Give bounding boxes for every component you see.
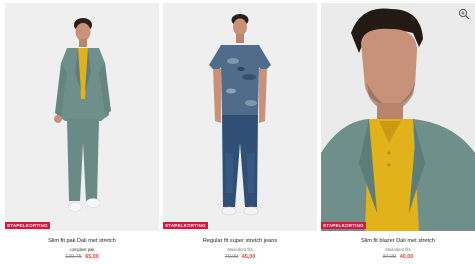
model-closeup-blazer-illustration [321, 3, 475, 231]
price-row: 79,99 45,00 [163, 254, 317, 261]
product-card[interactable]: STAPELKORTING Slim fit blazer Dali met s… [321, 3, 475, 264]
price-row: 84,99 40,00 [321, 254, 475, 261]
zoom-in-icon[interactable] [458, 7, 470, 20]
model-in-suit-illustration [5, 3, 159, 231]
sale-price: 40,00 [399, 254, 414, 260]
original-price: 129,75 [65, 254, 82, 260]
product-card[interactable]: STAPELKORTING Regular fit super stretch … [163, 3, 317, 264]
product-info: Regular fit super stretch jeans Maandera… [163, 238, 317, 261]
product-subtitle: Maandera fits [227, 247, 253, 252]
product-card[interactable]: STAPELKORTING Slim fit pak Dali met stre… [5, 3, 159, 264]
model-in-jeans-illustration [163, 3, 317, 231]
sale-price: 45,00 [241, 254, 256, 260]
discount-badge: STAPELKORTING [163, 222, 208, 229]
product-subtitle: compleet pak [69, 247, 95, 252]
product-subtitle: Maandera fits [385, 247, 411, 252]
zoom-in-icon-graphic [458, 8, 470, 20]
sale-price: 65,00 [85, 254, 99, 260]
product-image[interactable]: STAPELKORTING [163, 3, 317, 231]
product-title[interactable]: Regular fit super stretch jeans [163, 238, 317, 245]
product-grid: STAPELKORTING Slim fit pak Dali met stre… [5, 3, 475, 264]
original-price: 84,99 [382, 254, 397, 260]
discount-badge: STAPELKORTING [321, 222, 366, 229]
discount-badge: STAPELKORTING [5, 222, 50, 229]
product-title[interactable]: Slim fit pak Dali met stretch [5, 238, 159, 245]
product-image[interactable]: STAPELKORTING [321, 3, 475, 231]
product-image[interactable]: STAPELKORTING [5, 3, 159, 231]
price-row: 129,75 65,00 [5, 254, 159, 261]
product-title[interactable]: Slim fit blazer Dali met stretch [321, 238, 475, 245]
product-info: Slim fit blazer Dali met stretch Maander… [321, 238, 475, 261]
product-info: Slim fit pak Dali met stretch compleet p… [5, 238, 159, 261]
original-price: 79,99 [224, 254, 239, 260]
